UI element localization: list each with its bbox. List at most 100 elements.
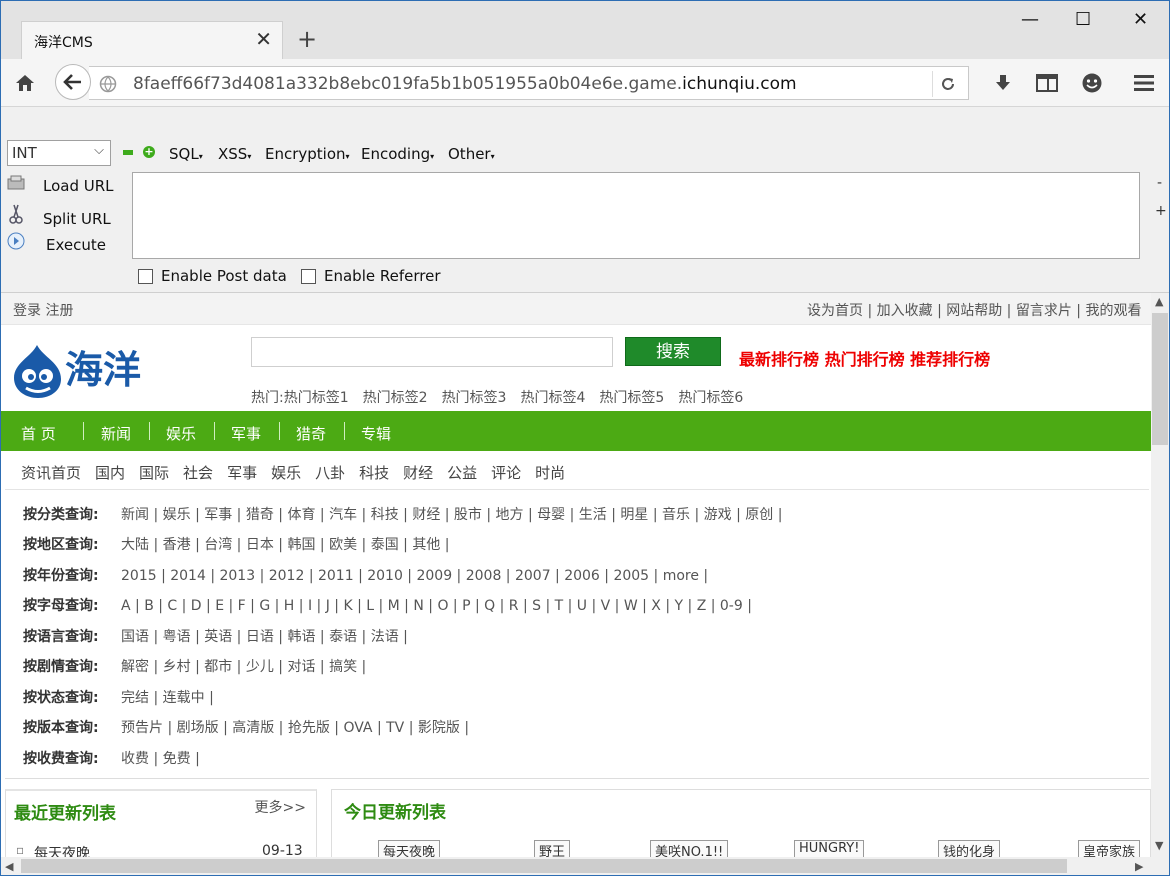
menu-icon[interactable]	[1130, 69, 1158, 97]
horizontal-scroll-thumb[interactable]	[21, 859, 1067, 873]
url-textarea[interactable]	[132, 172, 1140, 259]
subnav-item[interactable]: 八卦	[315, 464, 345, 482]
download-icon[interactable]	[989, 69, 1017, 97]
scroll-up-icon[interactable]: ▲	[1155, 295, 1163, 308]
thumbnail[interactable]: 钱的化身	[938, 840, 1001, 857]
filter-label: 按字母查询:	[23, 598, 99, 614]
home-icon[interactable]	[11, 69, 39, 97]
site-search-input[interactable]	[251, 337, 613, 367]
new-tab-icon[interactable]: +	[297, 27, 317, 51]
subnav-item[interactable]: 社会	[183, 464, 213, 482]
minimize-icon[interactable]: —	[1021, 9, 1039, 30]
split-url-button[interactable]: Split URL	[5, 204, 111, 228]
hot-tag-link[interactable]: 热门标签4	[520, 390, 585, 406]
site-search-button[interactable]: 搜索	[625, 337, 721, 366]
filter-values[interactable]: 大陆 | 香港 | 台湾 | 日本 | 韩国 | 欧美 | 泰国 | 其他 |	[121, 537, 450, 553]
nav-military[interactable]: 军事	[231, 423, 261, 444]
list-item-date: 09-13	[262, 843, 303, 857]
tab-active[interactable]: 海洋CMS ✕	[21, 21, 283, 59]
filter-label: 按剧情查询:	[23, 659, 99, 675]
filter-row: 按字母查询: A | B | C | D | E | F | G | H | I …	[23, 595, 752, 615]
split-url-label: Split URL	[43, 210, 111, 228]
subnav-item[interactable]: 财经	[403, 464, 433, 482]
minus-green-icon[interactable]	[123, 150, 133, 155]
vertical-scrollbar[interactable]: ▲ ▼	[1151, 293, 1169, 857]
hot-tag-link[interactable]: 热门标签6	[678, 390, 743, 406]
filter-values[interactable]: 预告片 | 剧场版 | 高清版 | 抢先版 | OVA | TV | 影院版 |	[121, 720, 469, 736]
plus-green-icon[interactable]: +	[143, 146, 155, 158]
execute-button[interactable]: Execute	[5, 232, 106, 254]
horizontal-scrollbar[interactable]: ◀ ▶	[1, 857, 1151, 875]
thumbnail[interactable]: HUNGRY!	[794, 840, 865, 857]
thumbnail[interactable]: 每天夜晚	[378, 840, 441, 857]
maximize-icon[interactable]: ☐	[1075, 9, 1091, 30]
nav-album[interactable]: 专辑	[361, 423, 391, 444]
site-info-icon[interactable]	[99, 75, 117, 97]
chevron-down-icon: ⌵	[94, 143, 104, 158]
hot-tag-link[interactable]: 热门标签1	[284, 390, 349, 406]
filter-values[interactable]: 收费 | 免费 |	[121, 751, 200, 767]
thumbnail[interactable]: 野王	[534, 840, 571, 857]
hot-tags: 热门:热门标签1 热门标签2 热门标签3 热门标签4 热门标签5 热门标签6	[251, 387, 757, 407]
type-select[interactable]: INT ⌵	[7, 140, 111, 166]
hot-tag-link[interactable]: 热门标签2	[363, 390, 428, 406]
subnav-item[interactable]: 国际	[139, 464, 169, 482]
filter-values[interactable]: 解密 | 乡村 | 都市 | 少儿 | 对话 | 搞笑 |	[121, 659, 366, 675]
list-item[interactable]: 每天夜晚	[34, 843, 90, 857]
subnav-item[interactable]: 评论	[491, 464, 521, 482]
sql-menu[interactable]: SQL▾	[169, 145, 203, 163]
nav-home[interactable]: 首 页	[21, 423, 56, 444]
tab-close-icon[interactable]: ✕	[255, 29, 272, 49]
filter-values[interactable]: 国语 | 粤语 | 英语 | 日语 | 韩语 | 泰语 | 法语 |	[121, 629, 408, 645]
subnav-item[interactable]: 时尚	[535, 464, 565, 482]
scroll-right-icon[interactable]: ▶	[1135, 860, 1143, 873]
nav-entertainment[interactable]: 娱乐	[166, 423, 196, 444]
subnav-item[interactable]: 资讯首页	[21, 464, 81, 482]
tab-bar: 海洋CMS ✕ + — ☐ ✕	[1, 1, 1169, 59]
thumbnail[interactable]: 美咲NO.1!!	[650, 840, 729, 857]
encoding-menu[interactable]: Encoding▾	[361, 145, 434, 163]
subnav-item[interactable]: 公益	[447, 464, 477, 482]
url-domain: ichunqiu.com	[682, 74, 797, 94]
scroll-down-icon[interactable]: ▼	[1155, 839, 1163, 852]
filter-values[interactable]: 完结 | 连载中 |	[121, 690, 214, 706]
today-updates-panel: 今日更新列表 每天夜晚 野王 美咲NO.1!! HUNGRY! 钱的化身 皇帝家…	[331, 789, 1151, 857]
back-button[interactable]	[55, 64, 91, 100]
sub-nav: 资讯首页 国内 国际 社会 军事 娱乐 八卦 科技 财经 公益 评论 时尚	[21, 462, 579, 483]
subnav-item[interactable]: 科技	[359, 464, 389, 482]
expand-button[interactable]: +	[1155, 203, 1167, 219]
nav-curious[interactable]: 猎奇	[296, 423, 326, 444]
login-register-link[interactable]: 登录 注册	[13, 300, 73, 320]
top-links[interactable]: 设为首页 | 加入收藏 | 网站帮助 | 留言求片 | 我的观看	[807, 300, 1141, 320]
dropdown-arrow-icon: ▾	[198, 152, 203, 161]
subnav-item[interactable]: 娱乐	[271, 464, 301, 482]
site-logo[interactable]: 海洋	[13, 343, 143, 399]
load-url-button[interactable]: Load URL	[5, 175, 114, 195]
more-link[interactable]: 更多>>	[255, 797, 306, 817]
vertical-scroll-thumb[interactable]	[1152, 313, 1168, 445]
hot-tag-link[interactable]: 热门标签3	[442, 390, 507, 406]
address-bar[interactable]: 8faeff66f73d4081a332b8ebc019fa5b1b051955…	[89, 66, 969, 100]
encryption-menu[interactable]: Encryption▾	[265, 145, 350, 163]
reload-icon[interactable]	[932, 71, 962, 97]
filter-values[interactable]: 新闻 | 娱乐 | 军事 | 猎奇 | 体育 | 汽车 | 科技 | 财经 | …	[121, 507, 782, 523]
window-close-icon[interactable]: ✕	[1133, 9, 1148, 30]
subnav-item[interactable]: 军事	[227, 464, 257, 482]
other-menu[interactable]: Other▾	[448, 145, 495, 163]
logo-text: 海洋	[65, 348, 142, 392]
scroll-left-icon[interactable]: ◀	[5, 860, 13, 873]
referrer-checkbox[interactable]: Enable Referrer	[301, 267, 440, 285]
smiley-icon[interactable]	[1078, 69, 1106, 97]
hot-tag-link[interactable]: 热门标签5	[599, 390, 664, 406]
subnav-item[interactable]: 国内	[95, 464, 125, 482]
thumbnail[interactable]: 皇帝家族	[1078, 840, 1141, 857]
url-text[interactable]: 8faeff66f73d4081a332b8ebc019fa5b1b051955…	[133, 74, 797, 94]
filter-values[interactable]: 2015 | 2014 | 2013 | 2012 | 2011 | 2010 …	[121, 568, 708, 584]
library-icon[interactable]	[1033, 69, 1061, 97]
xss-menu[interactable]: XSS▾	[218, 145, 251, 163]
post-data-checkbox[interactable]: Enable Post data	[138, 267, 287, 285]
nav-news[interactable]: 新闻	[101, 423, 131, 444]
shrink-button[interactable]: -	[1157, 175, 1162, 191]
filter-values[interactable]: A | B | C | D | E | F | G | H | I | J | …	[121, 598, 752, 614]
ranking-links[interactable]: 最新排行榜 热门排行榜 推荐排行榜	[739, 346, 990, 370]
